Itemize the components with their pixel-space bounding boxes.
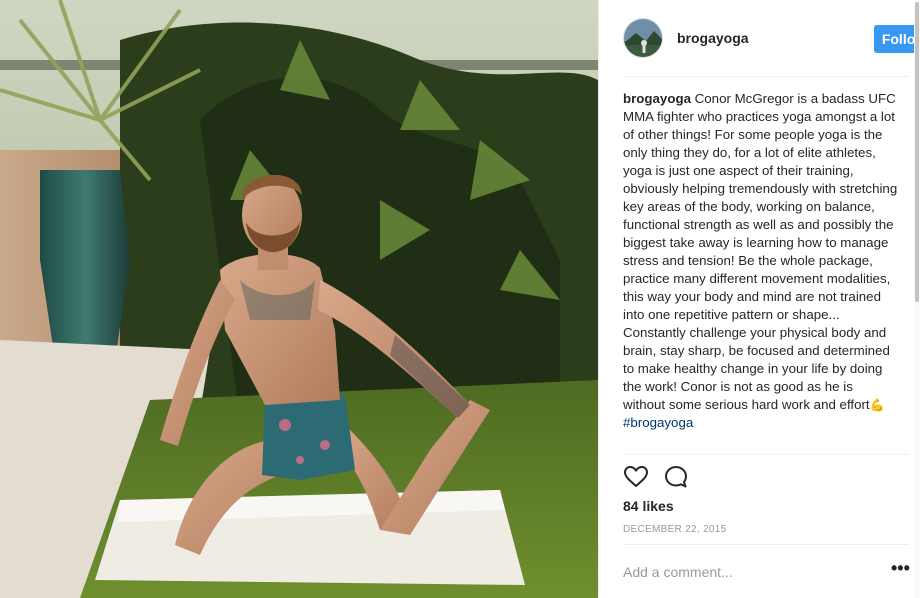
post-caption: brogayoga Conor McGregor is a badass UFC… [623,90,898,432]
header-divider [623,76,909,77]
avatar[interactable] [623,18,663,58]
comment-bubble-icon[interactable] [663,464,689,490]
post-header: brogayoga Follow [623,18,920,60]
post-details-panel: brogayoga Follow brogayoga Conor McGrego… [598,0,920,598]
actions-divider [623,454,909,455]
heart-icon[interactable] [623,464,649,490]
post-photo[interactable] [0,0,598,598]
avatar-image [624,19,662,57]
post-actions [623,464,723,490]
post-date: December 22, 2015 [623,524,727,535]
scrollbar-thumb[interactable] [915,2,919,302]
post-image [0,0,598,598]
flexed-biceps-emoji: 💪 [869,398,885,412]
caption-username[interactable]: brogayoga [623,91,691,106]
hashtag-link[interactable]: #brogayoga [623,415,693,430]
caption-text: Conor McGregor is a badass UFC MMA fight… [623,91,898,412]
comment-divider [623,544,909,545]
header-username[interactable]: brogayoga [677,30,749,46]
likes-count[interactable]: 84 likes [623,498,674,514]
comment-input[interactable] [623,562,873,582]
more-options-icon[interactable]: ••• [891,559,910,581]
scrollbar-track[interactable] [914,0,920,598]
